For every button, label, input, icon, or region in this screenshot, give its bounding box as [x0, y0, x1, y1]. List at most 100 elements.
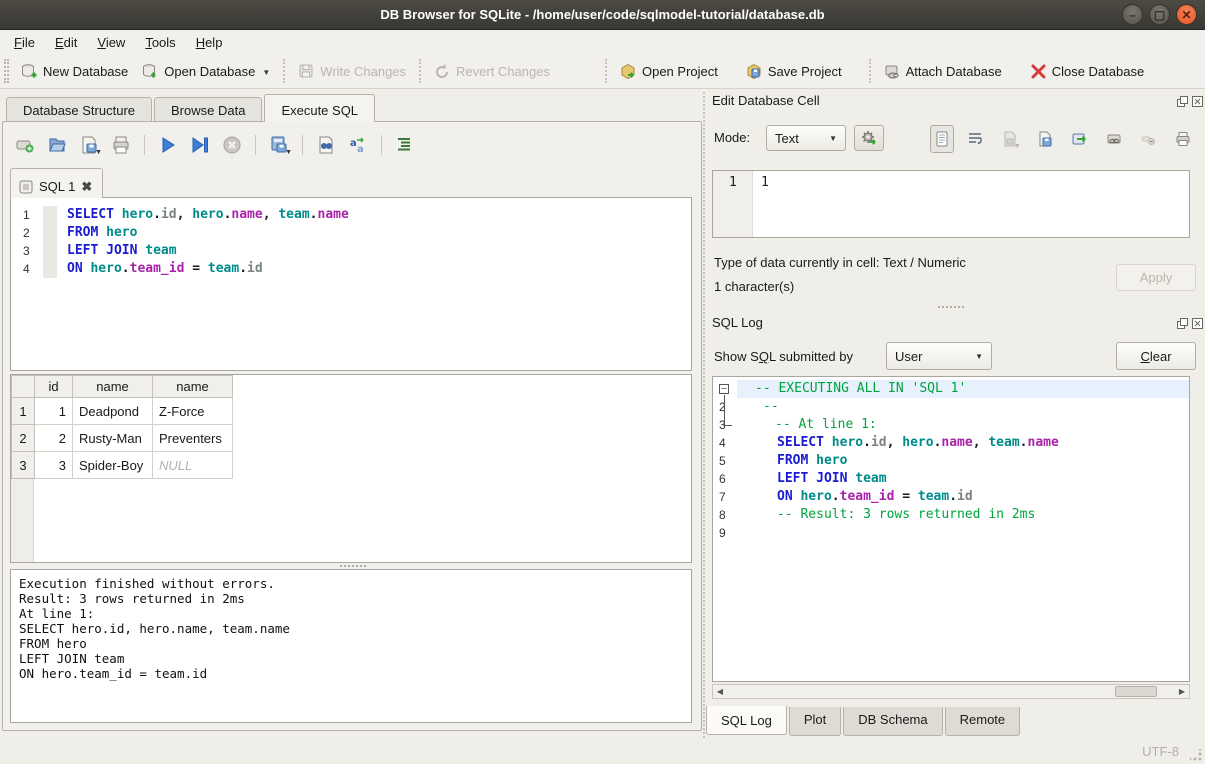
- execution-message-panel[interactable]: Execution finished without errors. Resul…: [10, 569, 692, 723]
- execute-all-icon[interactable]: [157, 134, 179, 156]
- write-changes-button[interactable]: Write Changes: [291, 58, 413, 85]
- close-database-button[interactable]: Close Database: [1023, 58, 1152, 85]
- toolbar-separator: [869, 59, 871, 83]
- sql-editor-tab[interactable]: SQL 1 ✖: [10, 168, 103, 198]
- sql-log-title: SQL Log: [712, 315, 763, 330]
- menu-help[interactable]: Help: [186, 32, 233, 53]
- menu-tools[interactable]: Tools: [135, 32, 185, 53]
- save-project-icon: [746, 63, 763, 80]
- tab-browse-data[interactable]: Browse Data: [154, 97, 262, 122]
- splitter-handle[interactable]: [340, 565, 366, 567]
- execute-current-line-icon[interactable]: [189, 134, 211, 156]
- fold-collapse-icon[interactable]: –: [719, 384, 729, 394]
- results-grid[interactable]: id name name 1 1 Deadpond Z-Force 2 2 Ru…: [10, 374, 692, 563]
- scroll-left-icon[interactable]: ◀: [713, 687, 727, 696]
- scroll-right-icon[interactable]: ▶: [1175, 687, 1189, 696]
- print-cell-icon[interactable]: [1174, 128, 1192, 150]
- log-line: 7 ON hero.team_id = team.id: [713, 488, 1189, 506]
- word-wrap-icon[interactable]: [966, 128, 984, 150]
- row-header[interactable]: 1: [12, 398, 35, 425]
- apply-button[interactable]: Apply: [1116, 264, 1196, 291]
- new-database-button[interactable]: New Database: [14, 58, 135, 85]
- format-sql-icon[interactable]: [394, 134, 416, 156]
- revert-changes-icon: [434, 63, 451, 80]
- horizontal-scrollbar[interactable]: ◀ ▶: [712, 684, 1190, 699]
- mode-combo[interactable]: Text ▼: [766, 125, 846, 151]
- column-header-name2[interactable]: name: [153, 376, 233, 398]
- float-panel-icon[interactable]: [1176, 95, 1188, 107]
- save-sql-file-icon[interactable]: ▼: [78, 134, 100, 156]
- open-database-dropdown-icon[interactable]: ▼: [262, 68, 270, 80]
- edit-cell-title: Edit Database Cell: [712, 93, 820, 108]
- cell-null[interactable]: NULL: [153, 452, 233, 479]
- cell[interactable]: Preventers: [153, 425, 233, 452]
- cell[interactable]: Rusty-Man: [73, 425, 153, 452]
- open-sql-file-icon[interactable]: [46, 134, 68, 156]
- log-line: 5 FROM hero: [713, 452, 1189, 470]
- cell-editor-content: 1: [761, 175, 769, 190]
- cell-editor[interactable]: 1 1: [712, 170, 1190, 238]
- save-results-icon[interactable]: ▼: [268, 134, 290, 156]
- cell[interactable]: 1: [35, 398, 73, 425]
- tab-db-schema[interactable]: DB Schema: [843, 707, 942, 736]
- minimize-icon[interactable]: –: [1122, 4, 1143, 25]
- clear-button[interactable]: Clear: [1116, 342, 1196, 370]
- menu-view[interactable]: View: [87, 32, 135, 53]
- import-file-icon[interactable]: ▼: [1001, 128, 1019, 150]
- splitter-handle[interactable]: [938, 306, 964, 308]
- revert-changes-button[interactable]: Revert Changes: [427, 58, 557, 85]
- print-icon[interactable]: [110, 134, 132, 156]
- submitted-by-combo[interactable]: User ▼: [886, 342, 992, 370]
- sql-editor[interactable]: 1 SELECT hero.id, hero.name, team.name 2…: [10, 197, 692, 371]
- cell[interactable]: Spider-Boy: [73, 452, 153, 479]
- scrollbar-thumb[interactable]: [1115, 686, 1157, 697]
- window-title: DB Browser for SQLite - /home/user/code/…: [380, 7, 824, 22]
- text-mode-icon[interactable]: [930, 125, 954, 153]
- attach-database-button[interactable]: Attach Database: [877, 58, 1009, 85]
- column-header-id[interactable]: id: [35, 376, 73, 398]
- cell[interactable]: 2: [35, 425, 73, 452]
- row-header[interactable]: 2: [12, 425, 35, 452]
- title-bar[interactable]: DB Browser for SQLite - /home/user/code/…: [0, 0, 1205, 30]
- close-icon[interactable]: ✕: [1176, 4, 1197, 25]
- pane-splitter[interactable]: [703, 92, 705, 738]
- resize-grip[interactable]: [1190, 749, 1202, 761]
- open-database-button[interactable]: Open Database ▼: [135, 58, 277, 85]
- cell-editor-line-number: 1: [729, 175, 737, 190]
- new-tab-icon[interactable]: [14, 134, 36, 156]
- menu-edit[interactable]: Edit: [45, 32, 87, 53]
- log-line: 6 LEFT JOIN team: [713, 470, 1189, 488]
- row-header[interactable]: 3: [12, 452, 35, 479]
- float-panel-icon[interactable]: [1176, 317, 1188, 329]
- stop-icon[interactable]: [221, 134, 243, 156]
- tab-sql-log[interactable]: SQL Log: [706, 706, 787, 735]
- toolbar-separator: [605, 59, 607, 83]
- cell[interactable]: Deadpond: [73, 398, 153, 425]
- tab-plot[interactable]: Plot: [789, 707, 841, 736]
- column-header-name1[interactable]: name: [73, 376, 153, 398]
- auto-switch-mode-button[interactable]: [854, 125, 884, 151]
- editor-line: 4 ON hero.team_id = team.id: [11, 260, 691, 278]
- editor-line: 3 LEFT JOIN team: [11, 242, 691, 260]
- close-tab-icon[interactable]: ✖: [81, 179, 92, 195]
- set-null-icon[interactable]: [1140, 128, 1158, 150]
- corner-header[interactable]: [12, 376, 35, 398]
- tab-database-structure[interactable]: Database Structure: [6, 97, 152, 122]
- close-panel-icon[interactable]: [1191, 95, 1203, 107]
- export-data-icon[interactable]: [1070, 128, 1088, 150]
- toolbar-drag-handle[interactable]: [4, 59, 9, 83]
- find-icon[interactable]: [315, 134, 337, 156]
- menu-file[interactable]: File: [4, 32, 45, 53]
- open-url-icon[interactable]: [1105, 128, 1123, 150]
- open-project-button[interactable]: Open Project: [613, 58, 725, 85]
- replace-icon[interactable]: aa: [347, 134, 369, 156]
- save-project-button[interactable]: Save Project: [739, 58, 849, 85]
- sql-log-view[interactable]: 1 – -- EXECUTING ALL IN 'SQL 1' 2 -- 3 -…: [712, 376, 1190, 682]
- close-panel-icon[interactable]: [1191, 317, 1203, 329]
- tab-execute-sql[interactable]: Execute SQL: [264, 94, 375, 122]
- save-file-icon[interactable]: [1036, 128, 1054, 150]
- maximize-icon[interactable]: ▢: [1149, 4, 1170, 25]
- cell[interactable]: 3: [35, 452, 73, 479]
- tab-remote[interactable]: Remote: [945, 707, 1021, 736]
- cell[interactable]: Z-Force: [153, 398, 233, 425]
